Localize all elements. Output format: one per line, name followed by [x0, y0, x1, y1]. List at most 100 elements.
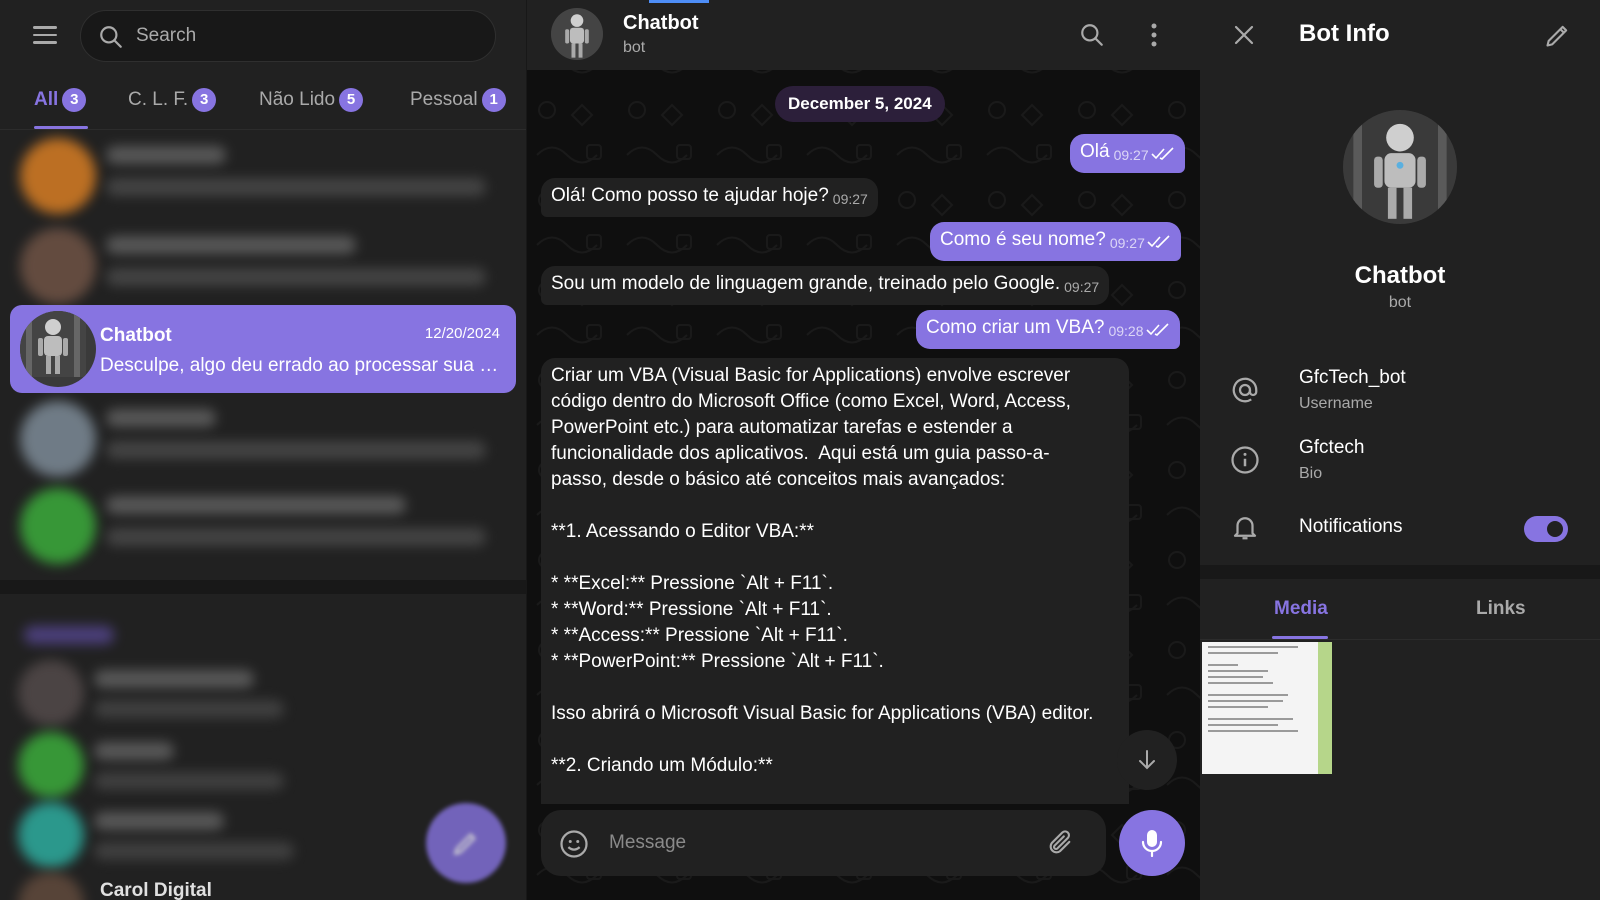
bot-info-panel: Bot Info Chatbot bot GfcTech_bot Usernam… [1200, 0, 1600, 900]
username-label: Username [1299, 395, 1373, 412]
message-incoming-long[interactable]: Criar um VBA (Visual Basic for Applicati… [541, 358, 1129, 804]
blurred-text [94, 812, 224, 830]
tab-badge: 5 [339, 88, 364, 112]
media-thumbnail[interactable] [1202, 642, 1332, 774]
notifications-row[interactable]: Notifications [1200, 508, 1600, 572]
notifications-label: Notifications [1299, 516, 1403, 537]
read-ticks-icon [1147, 235, 1170, 248]
folder-tabs: All 3 C. L. F. 3 Não Lido 5 Pessoal 1 [0, 76, 526, 130]
blurred-text [106, 146, 226, 164]
tab-pessoal[interactable]: Pessoal 1 [410, 88, 506, 112]
blurred-text [94, 742, 174, 760]
tab-all[interactable]: All 3 [34, 88, 87, 112]
edit-icon[interactable] [1544, 21, 1572, 49]
avatar [18, 732, 84, 798]
blurred-text [106, 441, 486, 459]
message-incoming[interactable]: Sou um modelo de linguagem grande, trein… [541, 266, 1110, 305]
scroll-down-button[interactable] [1117, 730, 1177, 790]
read-ticks-icon [1145, 323, 1169, 336]
blurred-text [94, 700, 284, 718]
tab-clf[interactable]: C. L. F. 3 [128, 88, 217, 112]
profile-subtitle: bot [1388, 294, 1412, 311]
tab-underline [1272, 636, 1328, 639]
chat-row-blurred[interactable] [10, 222, 516, 310]
chat-row-blurred[interactable] [10, 132, 516, 220]
blurred-text [94, 842, 294, 860]
avatar [20, 311, 96, 387]
more-icon[interactable] [1149, 20, 1159, 50]
voice-record-button[interactable] [1119, 810, 1185, 876]
bio-row[interactable]: Gfctech Bio [1200, 433, 1600, 497]
compose-button[interactable] [426, 803, 506, 883]
robot-avatar-icon [20, 311, 86, 377]
message-time: 09:27 [1064, 279, 1100, 295]
username-row[interactable]: GfcTech_bot Username [1200, 363, 1600, 427]
section-divider [0, 580, 526, 594]
message-input[interactable]: Message [609, 832, 686, 854]
avatar [20, 228, 96, 304]
thumbnail-edge [1318, 642, 1332, 774]
message-composer[interactable]: Message [541, 810, 1106, 876]
avatar [20, 401, 96, 477]
blurred-text [106, 528, 486, 546]
contact-name: Carol Digital [100, 880, 212, 900]
search-input[interactable]: Search [80, 10, 496, 62]
message-incoming[interactable]: Olá! Como posso te ajudar hoje? 09:27 [541, 178, 878, 217]
blurred-text [106, 236, 356, 254]
emoji-icon[interactable] [559, 829, 589, 859]
left-topbar: Search [0, 0, 526, 70]
message-outgoing[interactable]: Olá 09:27 [1070, 134, 1185, 173]
chat-row-chatbot[interactable]: Chatbot 12/20/2024 Desculpe, algo deu er… [10, 305, 516, 393]
message-text: Como criar um VBA? [926, 317, 1105, 338]
message-outgoing[interactable]: Como criar um VBA? 09:28 [916, 310, 1180, 349]
conversation-title: Chatbot [623, 12, 699, 34]
blurred-text [106, 178, 486, 196]
conversation-subtitle: bot [623, 39, 646, 56]
search-icon[interactable] [1079, 22, 1105, 48]
tab-media[interactable]: Media [1274, 598, 1328, 620]
blurred-text [106, 496, 406, 514]
mic-icon [1141, 830, 1163, 857]
section-divider [1200, 565, 1600, 579]
notifications-toggle[interactable] [1524, 516, 1568, 542]
conversation-header[interactable]: Chatbot bot [527, 0, 1200, 70]
tab-label: C. L. F. [128, 89, 189, 110]
blurred-text [106, 409, 216, 427]
chat-date: 12/20/2024 [424, 325, 500, 342]
search-placeholder: Search [136, 25, 197, 46]
avatar[interactable] [551, 8, 603, 60]
shared-media-tabs: Media Links [1200, 580, 1600, 640]
info-icon [1231, 446, 1259, 474]
message-outgoing[interactable]: Como é seu nome? 09:27 [930, 222, 1181, 261]
close-icon[interactable] [1232, 23, 1256, 47]
chat-row-blurred[interactable] [10, 482, 516, 570]
tab-badge: 3 [62, 88, 87, 112]
profile-avatar[interactable] [1343, 110, 1457, 224]
tab-label: All [34, 89, 59, 110]
message-time: 09:28 [1108, 323, 1144, 339]
blurred-heading [24, 626, 114, 644]
avatar [18, 872, 84, 900]
chat-row-blurred[interactable] [10, 395, 516, 483]
message-text: Como é seu nome? [940, 229, 1106, 250]
robot-avatar-icon [551, 8, 603, 60]
avatar [20, 488, 96, 564]
message-time: 09:27 [832, 191, 868, 207]
robot-avatar-icon [1343, 110, 1457, 224]
thumbnail-content [1202, 646, 1332, 732]
menu-icon[interactable] [30, 22, 60, 48]
avatar [18, 802, 84, 868]
tab-underline [34, 126, 88, 129]
arrow-down-icon [1139, 750, 1155, 770]
avatar [18, 660, 84, 726]
message-text: Olá! Como posso te ajudar hoje? [551, 185, 829, 206]
blurred-text [94, 772, 284, 790]
message-time: 09:27 [1109, 235, 1145, 251]
bio-value: Gfctech [1299, 437, 1365, 458]
username-value: GfcTech_bot [1299, 367, 1406, 388]
message-time: 09:27 [1113, 147, 1149, 163]
tab-nao-lido[interactable]: Não Lido 5 [259, 88, 364, 112]
tab-links[interactable]: Links [1476, 598, 1526, 620]
attach-icon[interactable] [1046, 829, 1074, 857]
blurred-text [94, 670, 254, 688]
